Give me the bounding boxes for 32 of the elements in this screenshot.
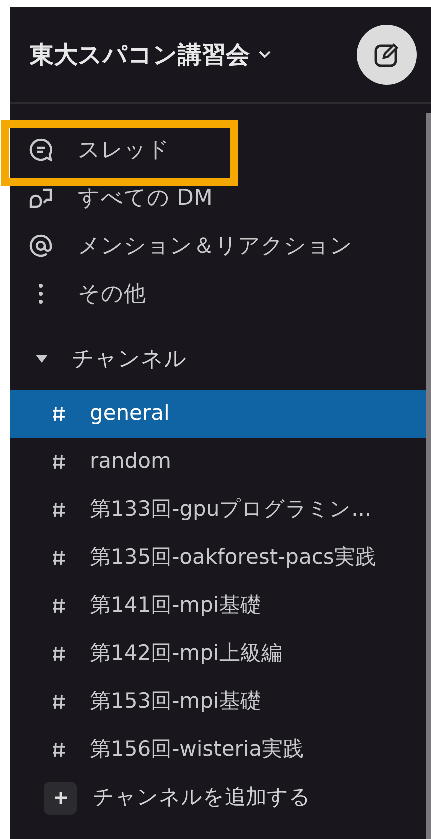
hash-icon xyxy=(52,550,66,566)
thread-icon xyxy=(28,137,54,163)
hash-icon xyxy=(52,694,66,710)
edit-icon xyxy=(373,40,401,68)
channel-item[interactable]: 第133回-gpuプログラミン... xyxy=(10,486,426,534)
workspace-name: 東大スパコン講習会 xyxy=(30,40,250,70)
hash-icon xyxy=(52,406,66,422)
hash-icon xyxy=(52,598,66,614)
chevron-down-icon xyxy=(258,50,272,60)
sidebar-item[interactable]: その他 xyxy=(10,270,426,318)
channel-item[interactable]: 第135回-oakforest-pacs実践 xyxy=(10,534,426,582)
channel-item[interactable]: random xyxy=(10,438,426,486)
plus-icon xyxy=(44,782,77,814)
channel-item[interactable]: 第141回-mpi基礎 xyxy=(10,582,426,630)
channel-item[interactable]: 第156回-wisteria実践 xyxy=(10,726,426,774)
sidebar-item[interactable]: すべての DM xyxy=(10,174,426,222)
section-header[interactable]: チャンネル xyxy=(10,335,426,383)
more-vertical-icon xyxy=(38,283,44,305)
hash-icon xyxy=(52,502,66,518)
hash-icon xyxy=(52,646,66,662)
channel-item[interactable]: 第142回-mpi上級編 xyxy=(10,630,426,678)
channel-item[interactable]: general xyxy=(10,390,426,438)
sidebar-item[interactable]: スレッド xyxy=(10,126,426,174)
caret-down-icon xyxy=(36,355,48,363)
at-icon xyxy=(28,233,54,259)
sidebar-item[interactable]: メンション＆リアクション xyxy=(10,222,426,270)
channel-item[interactable]: 第153回-mpi基礎 xyxy=(10,678,426,726)
scrollbar[interactable] xyxy=(426,113,431,839)
hash-icon xyxy=(52,454,66,470)
add-channel-button[interactable]: チャンネルを追加する xyxy=(10,774,426,822)
hash-icon xyxy=(52,742,66,758)
workspace-menu[interactable]: 東大スパコン講習会 xyxy=(30,36,272,72)
